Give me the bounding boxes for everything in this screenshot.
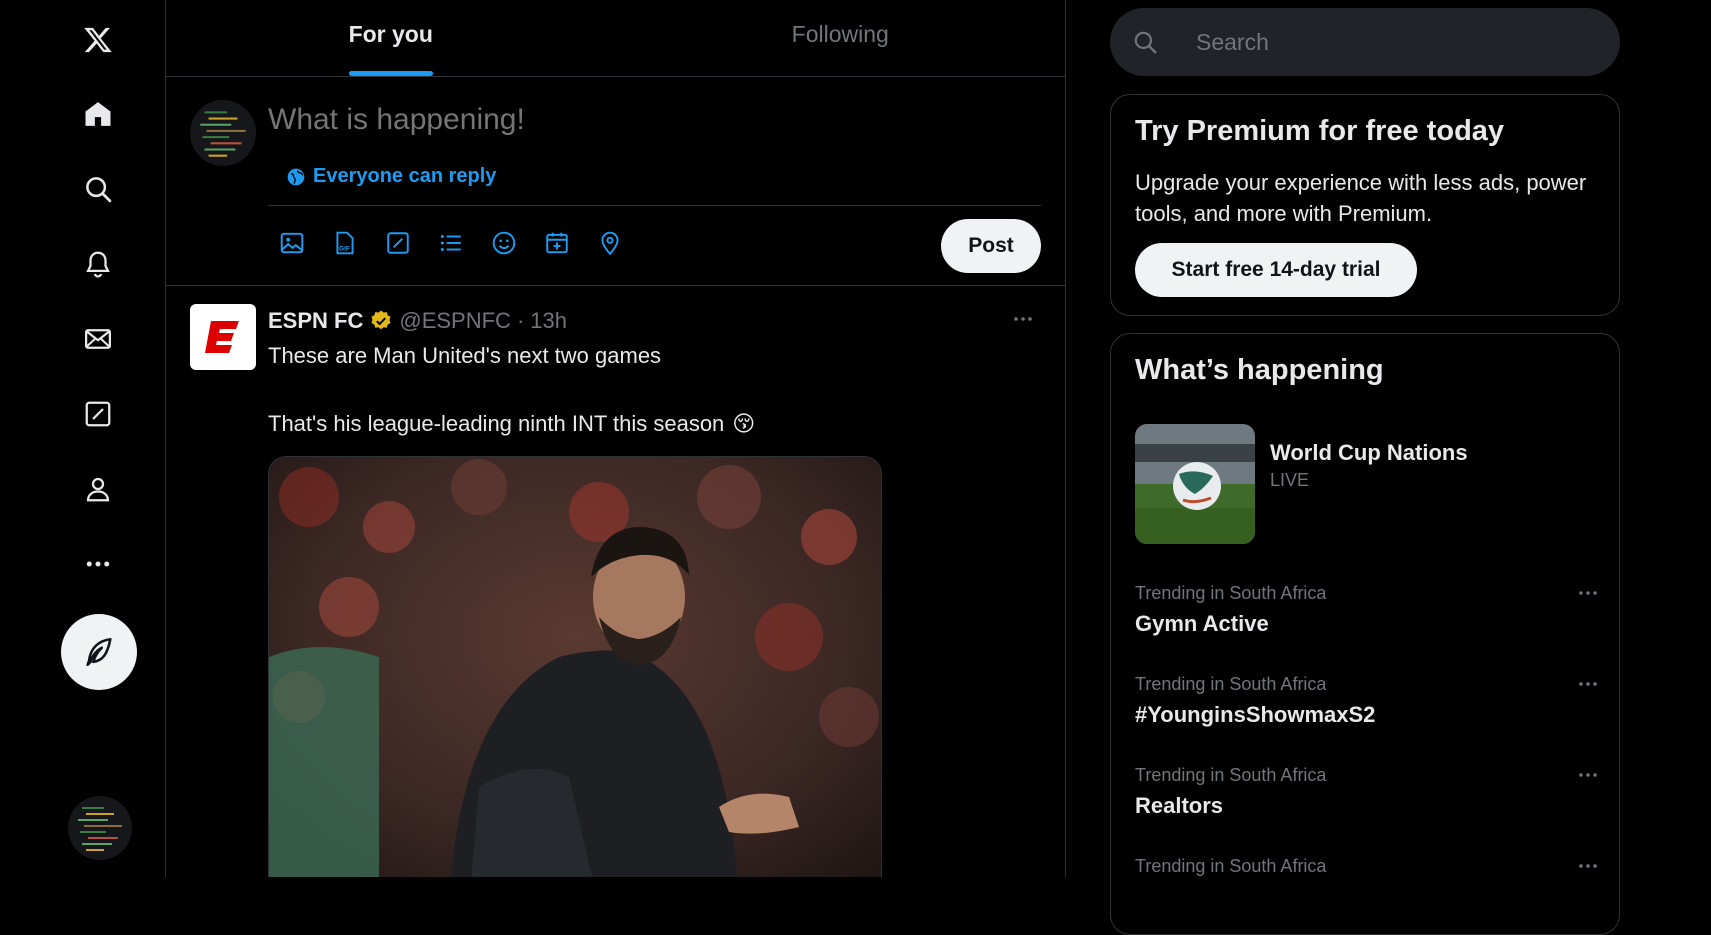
avatar[interactable]	[190, 100, 256, 166]
premium-description: Upgrade your experience with less ads, p…	[1135, 170, 1587, 226]
reply-scope-label: Everyone can reply	[313, 165, 497, 187]
trend-item[interactable]: Trending in South Africa Realtors	[1135, 765, 1605, 835]
more-icon[interactable]	[1571, 672, 1605, 696]
trend-context: Trending in South Africa	[1135, 765, 1327, 785]
x-logo-icon[interactable]	[70, 12, 126, 68]
trend-item[interactable]: Trending in South Africa Gymn Active	[1135, 583, 1605, 653]
profile-icon[interactable]	[70, 461, 126, 517]
reply-scope-button[interactable]: Everyone can reply	[286, 165, 496, 188]
trend-context: Trending in South Africa	[1135, 583, 1327, 603]
tab-label: Following	[791, 20, 889, 47]
avatar[interactable]	[190, 304, 256, 370]
search-icon[interactable]	[70, 161, 126, 217]
image-icon[interactable]	[278, 229, 306, 257]
location-icon[interactable]	[596, 229, 624, 257]
tweet-header: ESPN FC @ESPNFC · 13h	[268, 308, 567, 334]
author-name[interactable]: ESPN FC	[268, 308, 363, 334]
event-status: LIVE	[1270, 470, 1310, 490]
svg-text:GIF: GIF	[339, 246, 350, 253]
timeline-tabs: For you Following	[166, 0, 1065, 77]
home-icon[interactable]	[70, 86, 126, 142]
premium-promo-card: Try Premium for free today Upgrade your …	[1110, 94, 1620, 316]
left-nav	[0, 0, 165, 877]
more-icon[interactable]	[1571, 763, 1605, 787]
more-icon[interactable]	[1005, 304, 1041, 334]
whats-happening-card: What’s happening World Cup Nations LIVE …	[1110, 333, 1620, 935]
trend-context: Trending in South Africa	[1135, 674, 1327, 694]
trend-name: Gymn Active	[1135, 611, 1269, 636]
poll-icon[interactable]	[437, 229, 465, 257]
compose-post-button[interactable]	[61, 614, 137, 690]
trend-name: #YounginsShowmaxS2	[1135, 702, 1376, 727]
event-title: World Cup Nations	[1270, 440, 1468, 465]
live-event-item[interactable]: World Cup Nations LIVE	[1135, 424, 1605, 544]
divider	[268, 205, 1041, 206]
bell-icon[interactable]	[70, 236, 126, 292]
post-composer: Everyone can reply GIF	[166, 77, 1065, 286]
tweet[interactable]: ESPN FC @ESPNFC · 13h These are Man Unit…	[166, 286, 1065, 877]
section-title: What’s happening	[1135, 354, 1384, 386]
tab-for-you[interactable]: For you	[166, 0, 616, 76]
separator: ·	[516, 308, 525, 333]
composer-toolbar: GIF	[278, 229, 624, 257]
mail-icon[interactable]	[70, 311, 126, 367]
event-thumbnail	[1135, 424, 1255, 544]
trend-item[interactable]: Trending in South Africa #YounginsShowma…	[1135, 674, 1605, 744]
grok-icon[interactable]	[384, 229, 412, 257]
tweet-text: That's his league-leading ninth INT this…	[268, 411, 725, 436]
timestamp[interactable]: 13h	[530, 308, 567, 334]
tab-following[interactable]: Following	[616, 0, 1066, 76]
trend-name: Realtors	[1135, 793, 1224, 818]
more-icon[interactable]	[1571, 854, 1605, 878]
grok-icon[interactable]	[70, 386, 126, 442]
espn-logo-icon	[201, 315, 245, 359]
tab-label: For you	[348, 20, 433, 47]
emoji-icon[interactable]	[490, 229, 518, 257]
tweet-text-line: These are Man United's next two games	[268, 343, 662, 368]
trend-context: Trending in South Africa	[1135, 856, 1327, 876]
account-avatar[interactable]	[68, 796, 132, 860]
more-icon[interactable]	[70, 536, 126, 592]
verified-badge-icon	[369, 309, 393, 333]
search-bar[interactable]	[1110, 8, 1620, 76]
search-icon	[1132, 29, 1158, 55]
more-icon[interactable]	[1571, 581, 1605, 605]
tweet-text-line: That's his league-leading ninth INT this…	[268, 411, 755, 437]
globe-icon	[286, 167, 306, 187]
timeline: For you Following What is happening! Eve…	[165, 0, 1066, 877]
trend-item[interactable]: Trending in South Africa	[1135, 856, 1605, 926]
active-tab-indicator	[349, 71, 433, 76]
gif-icon[interactable]: GIF	[331, 229, 359, 257]
feather-icon	[82, 635, 116, 669]
schedule-icon[interactable]	[543, 229, 571, 257]
post-button[interactable]: Post	[941, 219, 1041, 273]
kissing-face-emoji: 😚	[732, 411, 756, 436]
author-handle[interactable]: @ESPNFC	[399, 308, 511, 334]
search-input[interactable]	[1194, 28, 1598, 57]
start-trial-button[interactable]: Start free 14-day trial	[1135, 243, 1417, 297]
premium-title: Try Premium for free today	[1135, 115, 1505, 147]
tweet-media-image[interactable]	[268, 456, 882, 877]
post-text-input[interactable]	[268, 103, 968, 137]
